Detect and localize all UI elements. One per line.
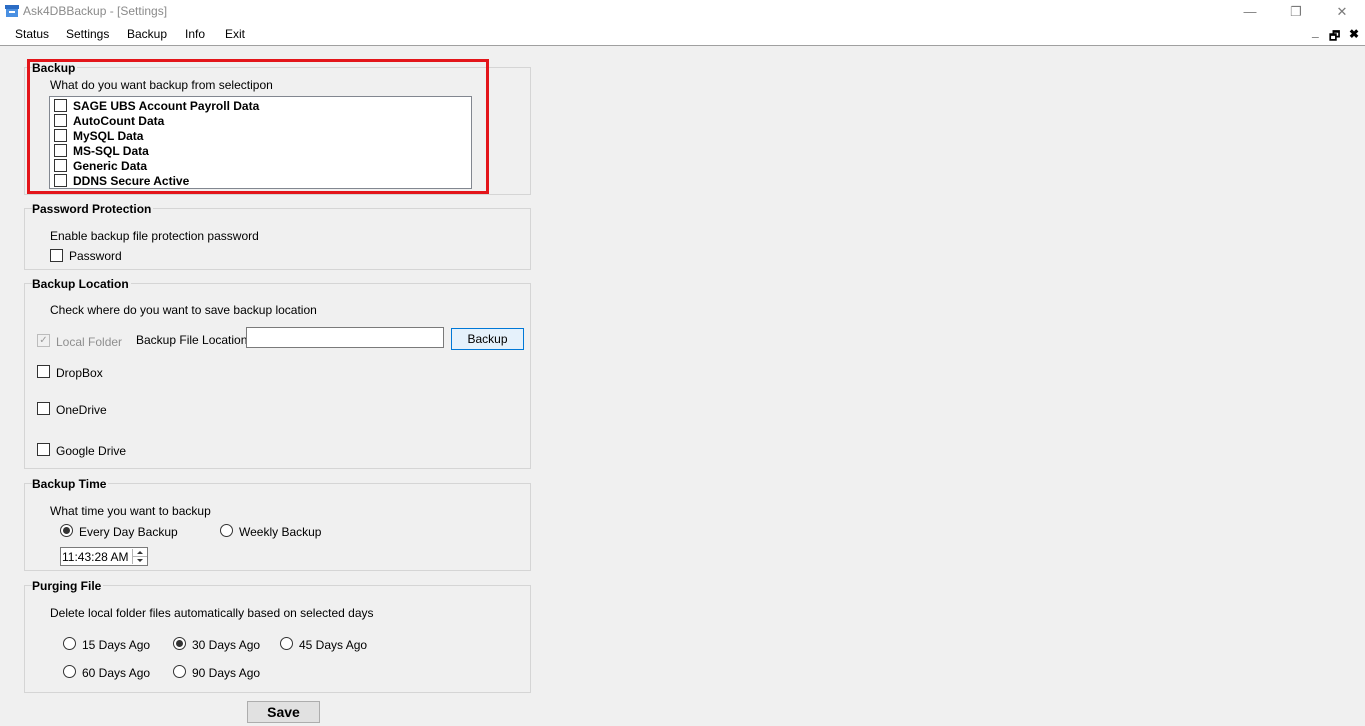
google-drive-checkbox[interactable] [37,443,50,456]
time-prompt: What time you want to backup [50,504,211,518]
purge-30-radio[interactable] [173,637,186,650]
title-bar: Ask4DBBackup - [Settings] — ❐ ✕ [0,0,1365,23]
menu-info[interactable]: Info [185,27,205,41]
onedrive-label: OneDrive [56,403,107,417]
purge-45-radio[interactable] [280,637,293,650]
password-prompt: Enable backup file protection password [50,229,259,243]
time-picker[interactable]: 11:43:28 AM [60,547,148,566]
password-checkbox[interactable] [50,249,63,262]
mdi-minimize-icon[interactable]: _ [1312,25,1319,39]
save-button[interactable]: Save [247,701,320,723]
menu-bar: Status Settings Backup Info Exit _ 🗗 ✖ [0,23,1365,46]
menu-backup[interactable]: Backup [127,27,167,41]
local-folder-checkbox[interactable]: ✓ [37,334,50,347]
location-prompt: Check where do you want to save backup l… [50,303,317,317]
purge-prompt: Delete local folder files automatically … [50,606,374,620]
purge-45-label: 45 Days Ago [299,638,368,652]
purge-15-label: 15 Days Ago [82,638,151,652]
highlight-box [27,59,489,194]
purge-group-title: Purging File [32,579,104,593]
mdi-restore-icon[interactable]: 🗗 [1329,27,1340,48]
weekly-radio[interactable] [220,524,233,537]
purge-90-radio[interactable] [173,665,186,678]
weekly-label: Weekly Backup [239,525,322,539]
password-group-title: Password Protection [32,202,154,216]
dropbox-checkbox[interactable] [37,365,50,378]
time-group-title: Backup Time [32,477,109,491]
file-location-label: Backup File Location [136,333,248,347]
menu-settings[interactable]: Settings [66,27,109,41]
purge-60-radio[interactable] [63,665,76,678]
menu-status[interactable]: Status [15,27,49,41]
purge-30-label: 30 Days Ago [192,638,261,652]
onedrive-checkbox[interactable] [37,402,50,415]
every-day-label: Every Day Backup [79,525,178,539]
purge-60-label: 60 Days Ago [82,666,151,680]
every-day-radio[interactable] [60,524,73,537]
time-spinner[interactable] [132,549,147,564]
minimize-icon[interactable]: — [1227,0,1273,23]
mdi-close-icon[interactable]: ✖ [1349,27,1359,41]
password-label: Password [69,249,122,263]
purge-90-label: 90 Days Ago [192,666,261,680]
purge-15-radio[interactable] [63,637,76,650]
local-folder-label: Local Folder [56,335,123,349]
app-icon [4,4,20,18]
close-icon[interactable]: ✕ [1319,0,1365,23]
file-location-input[interactable] [246,327,444,348]
time-value: 11:43:28 AM [62,550,129,564]
google-drive-label: Google Drive [56,444,127,458]
location-group-title: Backup Location [32,277,131,291]
backup-browse-button[interactable]: Backup [451,328,524,350]
window-title: Ask4DBBackup - [Settings] [23,4,168,18]
dropbox-label: DropBox [56,366,103,380]
menu-exit[interactable]: Exit [225,27,245,41]
restore-icon[interactable]: ❐ [1273,0,1319,23]
